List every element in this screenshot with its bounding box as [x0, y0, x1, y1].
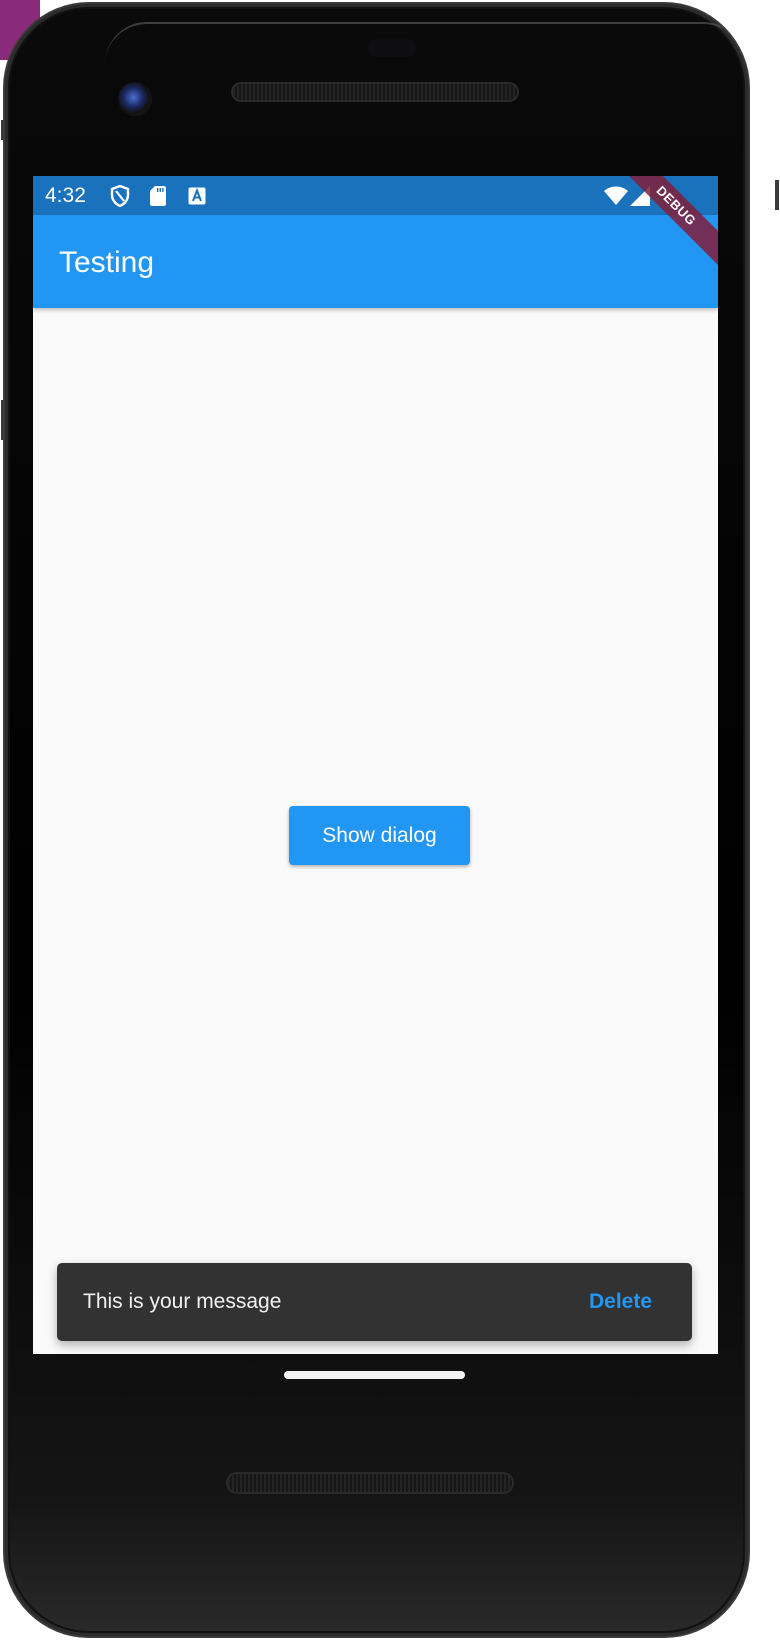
side-button-left — [1, 400, 5, 440]
status-time: 4:32 — [45, 184, 86, 207]
status-bar: 4:32 — [33, 176, 718, 215]
snackbar: This is your message Delete — [57, 1263, 692, 1341]
app-screen: 4:32 Testing DEBUG Show dialog This is y… — [33, 176, 718, 1354]
power-button — [775, 180, 779, 210]
side-button-top-left — [1, 120, 5, 140]
page-title: Testing — [59, 246, 155, 279]
phone-bezel-highlight — [105, 22, 745, 64]
app-bar: Testing — [33, 215, 718, 308]
proximity-sensor — [367, 39, 417, 57]
snackbar-delete-button[interactable]: Delete — [589, 1290, 652, 1314]
keyboard-a-icon — [188, 187, 206, 205]
earpiece-speaker — [233, 84, 517, 100]
wifi-icon — [604, 186, 628, 205]
phone-frame: 4:32 Testing DEBUG Show dialog This is y… — [5, 4, 748, 1636]
show-dialog-button[interactable]: Show dialog — [289, 806, 470, 865]
snackbar-message: This is your message — [83, 1290, 282, 1313]
bottom-speaker — [228, 1474, 512, 1492]
shield-icon — [110, 185, 130, 207]
device-screenshot: 4:32 Testing DEBUG Show dialog This is y… — [0, 0, 780, 1640]
front-camera-icon — [118, 82, 152, 116]
sd-card-icon — [150, 186, 166, 206]
home-indicator[interactable] — [284, 1371, 465, 1379]
